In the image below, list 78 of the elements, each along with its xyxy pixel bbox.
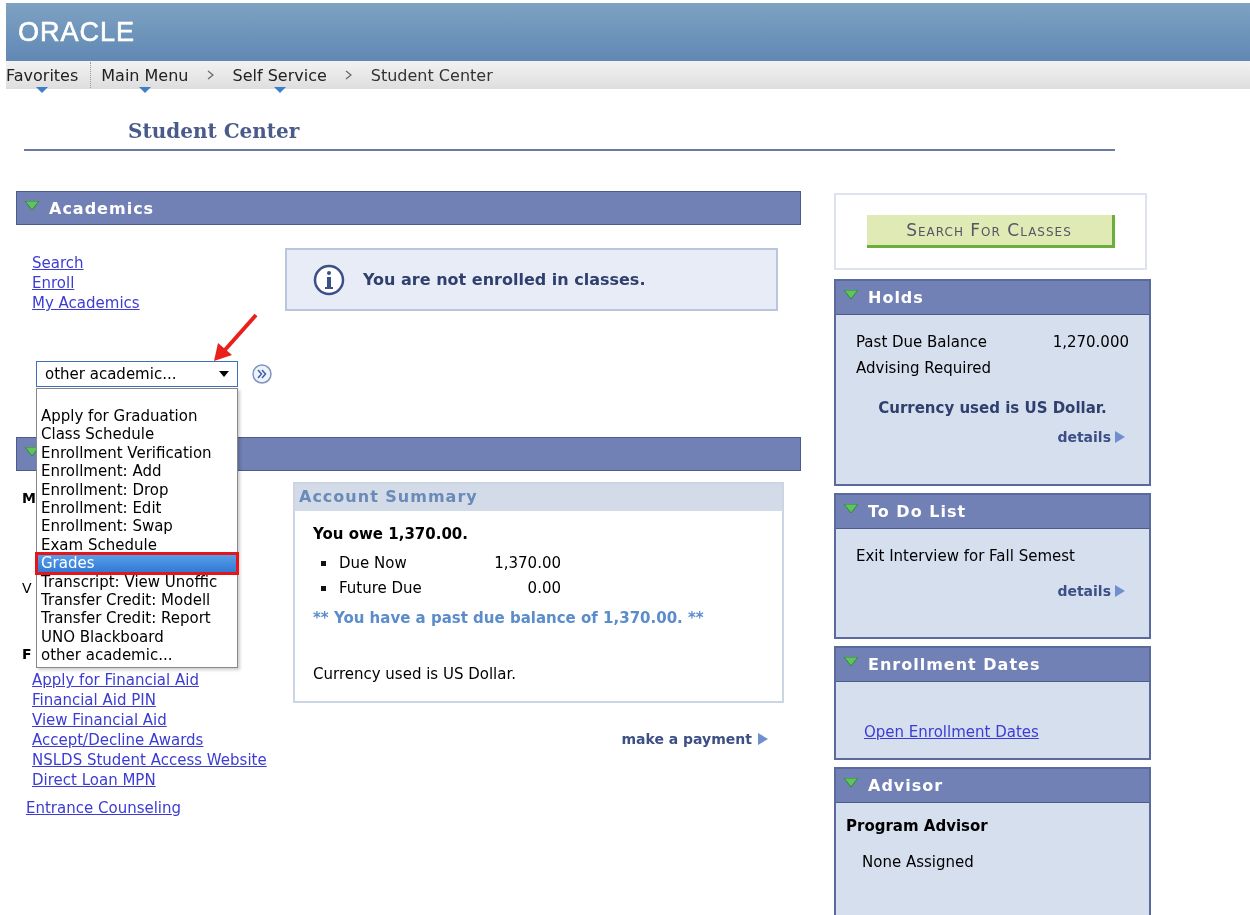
dropdown-option[interactable]: Enrollment: Add [37, 462, 237, 481]
dropdown-option[interactable]: Enrollment: Swap [37, 517, 237, 536]
dropdown-option[interactable]: Class Schedule [37, 425, 237, 444]
play-icon [758, 733, 768, 745]
caret-icon[interactable] [36, 86, 49, 93]
go-button[interactable] [252, 364, 272, 384]
dropdown-option[interactable]: Transcript: View Unoffic [37, 572, 237, 592]
section-header[interactable]: Academics [16, 191, 801, 225]
dropdown-option[interactable]: other academic... [37, 646, 237, 665]
bullet-icon [321, 586, 326, 591]
triangle-icon [25, 447, 39, 456]
breadcrumb-link[interactable]: Self Service [232, 65, 327, 85]
panel-header[interactable]: Advisor [836, 769, 1149, 803]
breadcrumb-link[interactable]: Favorites [6, 65, 79, 85]
link[interactable]: Enroll [32, 273, 285, 293]
details-link[interactable]: details [1057, 429, 1111, 445]
details-link[interactable]: details [1057, 583, 1111, 599]
row-amount: 0.00 [526, 578, 561, 599]
amount-owed: You owe 1,370.00. [313, 525, 469, 543]
caret-icon[interactable] [273, 86, 286, 93]
triangle-icon [25, 201, 39, 210]
logo: ORACLE [18, 16, 136, 48]
panel-header[interactable]: Enrollment Dates [836, 648, 1149, 682]
link[interactable]: View Financial Aid [32, 710, 285, 730]
currency-note: Currency used is US Dollar. [313, 665, 518, 683]
hold-label: Past Due Balance [856, 332, 987, 353]
play-icon [1115, 585, 1125, 597]
link[interactable]: Financial Aid PIN [32, 690, 285, 710]
chevron-icon [206, 70, 215, 80]
link[interactable]: V [22, 578, 32, 598]
triangle-icon [844, 290, 858, 299]
link[interactable]: Direct Loan MPN [32, 770, 285, 790]
dropdown-option[interactable]: Enrollment Verification [37, 443, 237, 463]
notice-text: You are not enrolled in classes. [363, 270, 646, 289]
row-label: Future Due [339, 578, 423, 599]
panel-title: Account Summary [295, 484, 782, 511]
row-label: Due Now [339, 553, 408, 574]
dropdown-option[interactable]: UNO Blackboard [37, 627, 237, 647]
triangle-icon [844, 657, 858, 666]
past-due-note: ** You have a past due balance of 1,370.00. ** [313, 609, 705, 627]
info-icon [313, 263, 345, 296]
section-heading: F [22, 645, 32, 664]
dropdown[interactable]: other academic... [36, 361, 238, 387]
triangle-icon [844, 778, 858, 787]
dropdown-option[interactable]: Apply for Graduation [37, 407, 237, 426]
currency-note: Currency used is US Dollar. [877, 399, 1108, 417]
link[interactable]: Apply for Financial Aid [32, 670, 285, 690]
panel-header[interactable]: To Do List [836, 495, 1149, 529]
payment-link[interactable]: make a payment [621, 731, 752, 747]
link[interactable]: Open Enrollment Dates [864, 722, 1039, 742]
triangle-icon [844, 504, 858, 513]
panel-header[interactable]: Holds [836, 281, 1149, 315]
hold-label: Advising Required [856, 358, 992, 379]
link[interactable]: Search [32, 253, 285, 273]
dropdown-option[interactable]: Enrollment: Drop [37, 480, 237, 500]
page-title: Student Center [24, 119, 1115, 151]
hold-amount: 1,270.000 [1052, 332, 1129, 353]
dropdown-option[interactable]: Transfer Credit: Report [37, 609, 237, 628]
todo-item: Exit Interview for Fall Semest [856, 546, 1076, 567]
dropdown-option[interactable]: Transfer Credit: Modell [37, 591, 237, 610]
link[interactable]: Accept/Decline Awards [32, 730, 285, 750]
caret-icon [219, 371, 229, 377]
play-icon [1115, 431, 1125, 443]
link[interactable]: My Academics [32, 293, 285, 313]
bullet-icon [321, 561, 326, 566]
search-classes-button[interactable]: Search For Classes [866, 215, 1115, 248]
link[interactable]: Entrance Counseling [26, 798, 182, 818]
link[interactable]: NSLDS Student Access Website [32, 750, 285, 770]
caret-icon[interactable] [138, 86, 151, 93]
advisor-label: Program Advisor [846, 817, 989, 835]
breadcrumb-link[interactable]: Student Center [370, 65, 493, 85]
dropdown-option[interactable]: Enrollment: Edit [37, 499, 237, 518]
chevron-icon [344, 70, 353, 80]
breadcrumb-link[interactable]: Main Menu [101, 65, 189, 85]
advisor-value: None Assigned [862, 853, 975, 871]
row-amount: 1,370.00 [493, 553, 561, 574]
section-heading: M [22, 489, 36, 508]
dropdown-option[interactable]: Exam Schedule [37, 535, 237, 555]
